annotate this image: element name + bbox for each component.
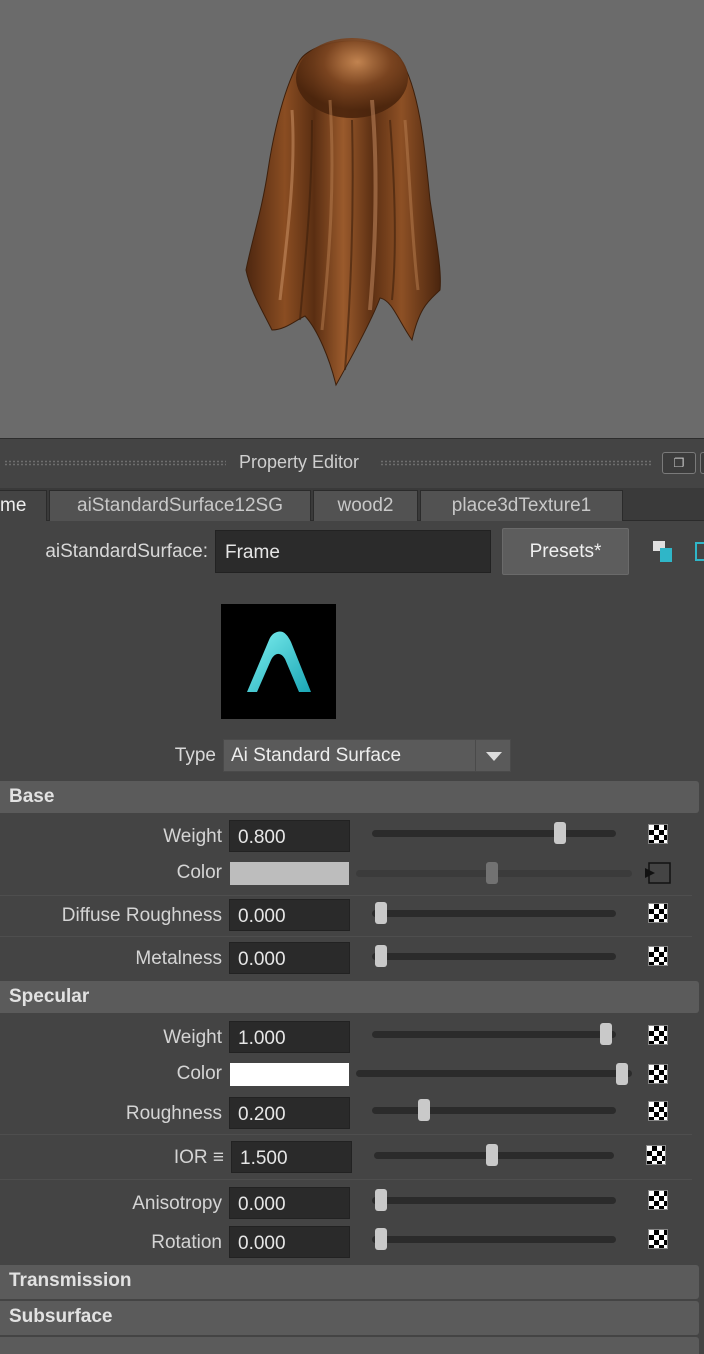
metalness-row: Metalness 0.000 <box>0 940 704 980</box>
base-weight-label: Weight <box>163 826 222 847</box>
checker-map-icon[interactable] <box>648 1064 668 1084</box>
chevron-down-icon[interactable] <box>475 740 510 771</box>
focus-node-icon[interactable] <box>652 540 674 564</box>
drag-grip-left[interactable] <box>4 460 226 466</box>
row-divider <box>0 1134 692 1135</box>
ior-label: IOR ≡ <box>173 1147 224 1168</box>
specular-weight-slider-track[interactable] <box>372 1031 616 1038</box>
section-specular[interactable]: Specular <box>0 981 699 1013</box>
base-weight-field[interactable]: 0.800 <box>229 820 350 852</box>
section-transmission[interactable]: Transmission <box>0 1265 699 1299</box>
checker-map-icon[interactable] <box>648 1229 668 1249</box>
specular-roughness-field[interactable]: 0.200 <box>229 1097 350 1129</box>
section-coat-partial[interactable] <box>0 1337 699 1354</box>
base-color-label: Color <box>176 862 222 883</box>
viewport[interactable] <box>0 0 704 438</box>
node-type-label: aiStandardSurface: <box>45 541 208 562</box>
diffuse-roughness-slider-handle[interactable] <box>375 902 387 924</box>
property-editor-panel: Property Editor ❐ me aiStandardSurface12… <box>0 438 704 1354</box>
node-name-field[interactable]: Frame <box>215 530 491 573</box>
type-dropdown[interactable]: Ai Standard Surface <box>223 739 511 772</box>
tab-place3dtexture1[interactable]: place3dTexture1 <box>420 490 623 521</box>
base-color-swatch[interactable] <box>230 862 349 885</box>
specular-weight-slider-handle[interactable] <box>600 1023 612 1045</box>
tab-frame[interactable]: me <box>0 490 47 521</box>
checker-map-icon[interactable] <box>648 946 668 966</box>
checker-map-icon[interactable] <box>648 1101 668 1121</box>
row-divider <box>0 895 692 896</box>
anisotropy-label: Anisotropy <box>132 1193 222 1214</box>
base-color-row: Color <box>0 860 704 900</box>
rotation-field[interactable]: 0.000 <box>229 1226 350 1258</box>
specular-roughness-label: Roughness <box>125 1103 222 1124</box>
section-base[interactable]: Base <box>0 781 699 813</box>
diffuse-roughness-field[interactable]: 0.000 <box>229 899 350 931</box>
anisotropy-field[interactable]: 0.000 <box>229 1187 350 1219</box>
specular-roughness-slider-handle[interactable] <box>417 1099 430 1121</box>
ior-field[interactable]: 1.500 <box>231 1141 352 1173</box>
base-color-slider-handle[interactable] <box>486 862 498 884</box>
input-connection-icon[interactable] <box>645 862 671 884</box>
metalness-label: Metalness <box>135 948 222 969</box>
rotation-row: Rotation 0.000 <box>0 1224 704 1264</box>
type-label: Type <box>174 745 216 766</box>
checker-map-icon[interactable] <box>648 1025 668 1045</box>
metalness-field[interactable]: 0.000 <box>229 942 350 974</box>
drag-grip-right[interactable] <box>380 460 652 466</box>
specular-color-swatch[interactable] <box>230 1063 349 1086</box>
diffuse-roughness-row: Diffuse Roughness 0.000 <box>0 897 704 937</box>
tab-wood2[interactable]: wood2 <box>313 490 418 521</box>
diffuse-roughness-label: Diffuse Roughness <box>61 905 222 926</box>
anisotropy-row: Anisotropy 0.000 <box>0 1185 704 1225</box>
section-subsurface[interactable]: Subsurface <box>0 1301 699 1335</box>
specular-roughness-slider-track[interactable] <box>372 1107 616 1114</box>
anisotropy-slider-track[interactable] <box>372 1197 616 1204</box>
specular-weight-label: Weight <box>163 1027 222 1048</box>
rotation-label: Rotation <box>151 1232 222 1253</box>
presets-button[interactable]: Presets* <box>502 528 629 575</box>
specular-color-label: Color <box>176 1063 222 1084</box>
diffuse-roughness-slider-track[interactable] <box>372 910 616 917</box>
row-divider <box>0 936 692 937</box>
material-swatch <box>221 604 336 719</box>
float-window-icon[interactable]: ❐ <box>662 452 696 474</box>
specular-weight-row: Weight 1.000 <box>0 1019 704 1059</box>
draped-cloth-render <box>245 38 441 387</box>
rotation-slider-track[interactable] <box>372 1236 616 1243</box>
base-weight-row: Weight 0.800 <box>0 818 704 858</box>
arnold-logo-icon <box>247 631 311 692</box>
base-weight-slider-track[interactable] <box>372 830 616 837</box>
rotation-slider-handle[interactable] <box>375 1228 387 1250</box>
node-tabs: me aiStandardSurface12SG wood2 place3dTe… <box>0 488 704 521</box>
anisotropy-slider-handle[interactable] <box>375 1189 387 1211</box>
specular-color-slider-track[interactable] <box>356 1070 632 1077</box>
specular-roughness-row: Roughness 0.200 <box>0 1095 704 1135</box>
specular-weight-field[interactable]: 1.000 <box>229 1021 350 1053</box>
checker-map-icon[interactable] <box>648 903 668 923</box>
copy-tab-icon[interactable] <box>694 540 704 564</box>
specular-color-slider-handle[interactable] <box>616 1063 628 1085</box>
panel-title-bar[interactable]: Property Editor ❐ <box>0 439 704 488</box>
metalness-slider-track[interactable] <box>372 953 616 960</box>
type-dropdown-value: Ai Standard Surface <box>231 745 402 766</box>
base-weight-slider-handle[interactable] <box>554 822 567 844</box>
close-window-button[interactable] <box>700 452 704 474</box>
row-divider <box>0 1179 692 1180</box>
checker-map-icon[interactable] <box>648 824 668 844</box>
ior-slider-handle[interactable] <box>486 1144 498 1166</box>
checker-map-icon[interactable] <box>646 1145 666 1165</box>
checker-map-icon[interactable] <box>648 1190 668 1210</box>
panel-title: Property Editor <box>238 452 360 472</box>
metalness-slider-handle[interactable] <box>375 945 387 967</box>
ior-row: IOR ≡ 1.500 <box>0 1139 704 1179</box>
tab-aistandardsurface12sg[interactable]: aiStandardSurface12SG <box>49 490 311 521</box>
